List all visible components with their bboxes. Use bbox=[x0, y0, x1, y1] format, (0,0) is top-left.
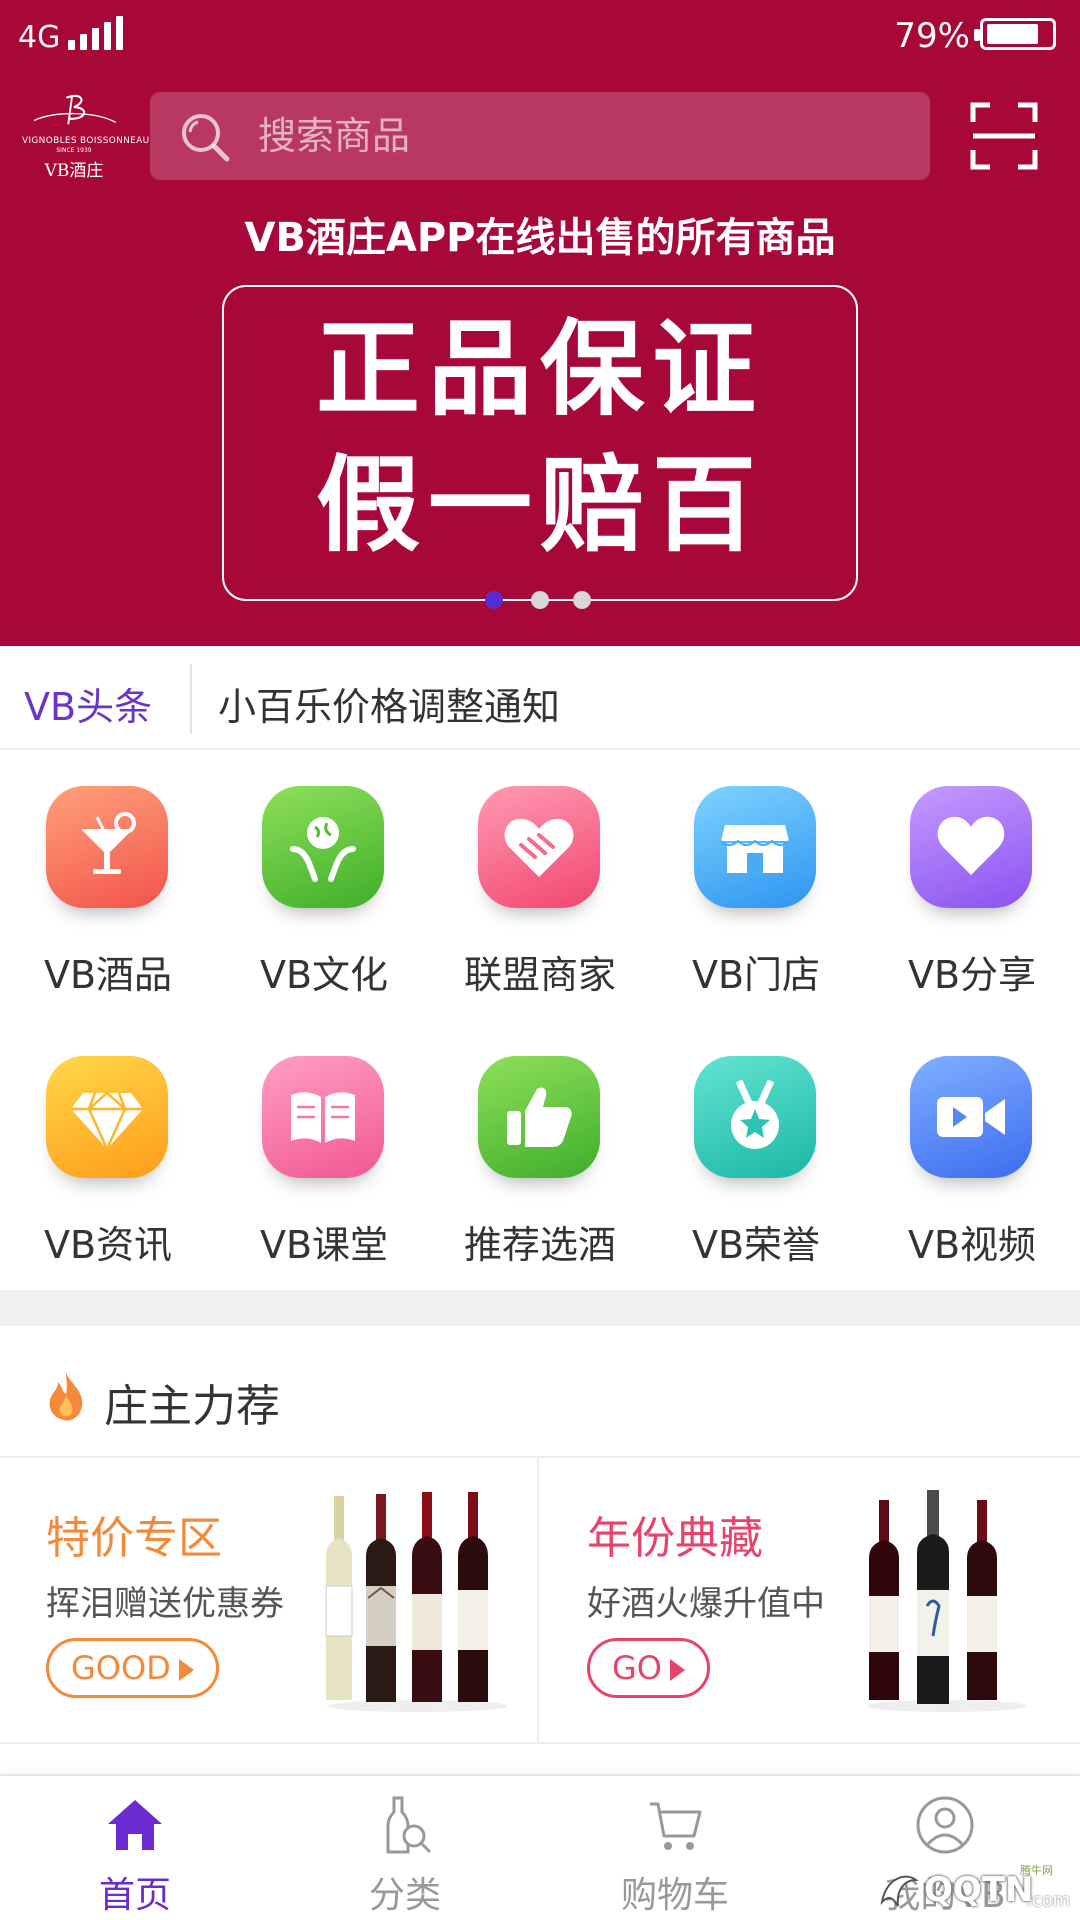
open-book-icon bbox=[262, 1056, 384, 1178]
category-label: VB文化 bbox=[259, 953, 389, 997]
heart-icon bbox=[910, 786, 1032, 908]
news-tag: VB头条 bbox=[24, 685, 153, 729]
banner-dot[interactable] bbox=[531, 591, 549, 609]
category-label: VB分享 bbox=[907, 953, 1037, 997]
wine-bottles-image bbox=[325, 1492, 508, 1712]
category-label: VB课堂 bbox=[259, 1223, 389, 1267]
category-label: VB酒品 bbox=[43, 953, 173, 997]
news-ticker[interactable]: VB头条 小百乐价格调整通知 bbox=[0, 646, 1080, 750]
logo-since-text: SINCE 1939 bbox=[56, 147, 92, 154]
banner-pagination bbox=[485, 591, 595, 613]
scan-icon[interactable] bbox=[970, 102, 1038, 170]
category-vb-honor[interactable]: VB荣誉 bbox=[648, 1022, 864, 1272]
site-watermark: QQTN 腾牛网 .com bbox=[876, 1862, 1076, 1916]
nav-home[interactable]: 首页 bbox=[0, 1776, 270, 1920]
category-label: VB资讯 bbox=[43, 1223, 173, 1267]
category-vb-video[interactable]: VB视频 bbox=[864, 1022, 1080, 1272]
news-text[interactable]: 小百乐价格调整通知 bbox=[218, 676, 560, 731]
promo-divider bbox=[0, 1742, 1080, 1744]
category-label: VB视频 bbox=[907, 1223, 1037, 1267]
cocktail-icon bbox=[46, 786, 168, 908]
promo-button-label: GOOD bbox=[71, 1649, 171, 1687]
category-recommend-wine[interactable]: 推荐选酒 bbox=[432, 1022, 648, 1272]
nav-label: 分类 bbox=[368, 1875, 441, 1916]
thumbs-up-icon bbox=[478, 1056, 600, 1178]
news-divider bbox=[190, 664, 192, 734]
banner-slide[interactable]: 正品保证 假一赔百 bbox=[222, 285, 858, 601]
battery-percent: 79% bbox=[894, 16, 970, 56]
promo-special-offer[interactable]: 特价专区 挥泪赠送优惠券 GOOD bbox=[0, 1458, 539, 1742]
recommend-header: 庄主力荐 bbox=[0, 1326, 1080, 1458]
category-vb-store[interactable]: VB门店 bbox=[648, 752, 864, 1002]
promo-title: 年份典藏 bbox=[587, 1513, 763, 1564]
promo-subtitle: 好酒火爆升值中 bbox=[587, 1584, 825, 1624]
medal-icon bbox=[694, 1056, 816, 1178]
promo-button-label: GO bbox=[612, 1649, 662, 1687]
storefront-icon bbox=[694, 786, 816, 908]
category-partner-merchants[interactable]: 联盟商家 bbox=[432, 752, 648, 1002]
watermark-logo-icon bbox=[880, 1875, 919, 1907]
heart-handshake-icon bbox=[478, 786, 600, 908]
fire-icon bbox=[49, 1372, 83, 1421]
category-grid: VB酒品 VB文化 联盟商家 VB门店 VB分享 VB资讯 VB课堂 推荐选酒 … bbox=[0, 752, 1080, 1290]
home-icon bbox=[108, 1800, 162, 1850]
play-arrow-icon bbox=[178, 1659, 194, 1681]
logo-arc-text: VIGNOBLES BOISSONNEAU bbox=[22, 136, 150, 146]
category-label: 推荐选酒 bbox=[463, 1223, 616, 1267]
section-divider bbox=[0, 1290, 1080, 1326]
category-vb-culture[interactable]: VB文化 bbox=[216, 752, 432, 1002]
brand-logo[interactable]: VIGNOBLES BOISSONNEAU SINCE 1939 VB酒庄 bbox=[22, 92, 150, 181]
header-hero: 4G 79% VIGNOBLES BOISSONNEAU SINCE 1939 … bbox=[0, 0, 1080, 646]
promo-title: 特价专区 bbox=[46, 1513, 222, 1564]
promo-go-button[interactable]: GO bbox=[587, 1638, 710, 1698]
category-vb-news[interactable]: VB资讯 bbox=[0, 1022, 216, 1272]
diamond-icon bbox=[46, 1056, 168, 1178]
banner-caption: VB酒庄APP在线出售的所有商品 bbox=[244, 215, 836, 261]
banner-dot[interactable] bbox=[573, 591, 591, 609]
video-camera-icon bbox=[910, 1056, 1032, 1178]
search-icon bbox=[182, 114, 230, 162]
section-title: 庄主力荐 bbox=[104, 1381, 280, 1432]
user-circle-icon bbox=[916, 1796, 974, 1854]
banner-line-1: 正品保证 bbox=[315, 308, 764, 430]
cart-icon bbox=[650, 1802, 702, 1850]
category-vb-share[interactable]: VB分享 bbox=[864, 752, 1080, 1002]
network-type: 4G bbox=[18, 20, 61, 55]
search-bar[interactable] bbox=[150, 92, 930, 180]
wine-bottles-image bbox=[867, 1490, 1027, 1712]
nav-label: 首页 bbox=[98, 1875, 171, 1916]
signal-icon bbox=[68, 16, 124, 50]
promo-good-button[interactable]: GOOD bbox=[46, 1638, 219, 1698]
logo-name: VB酒庄 bbox=[44, 161, 104, 181]
category-label: VB门店 bbox=[691, 953, 821, 997]
banner-line-2: 假一赔百 bbox=[315, 444, 764, 566]
search-input[interactable] bbox=[258, 92, 898, 180]
nav-cart[interactable]: 购物车 bbox=[540, 1776, 810, 1920]
logo-b-mark-icon bbox=[33, 94, 117, 125]
promo-subtitle: 挥泪赠送优惠券 bbox=[46, 1584, 284, 1624]
watermark-small-text: 腾牛网 bbox=[1020, 1864, 1053, 1877]
category-label: 联盟商家 bbox=[463, 953, 616, 997]
category-vb-classroom[interactable]: VB课堂 bbox=[216, 1022, 432, 1272]
banner-dot[interactable] bbox=[485, 591, 503, 609]
status-bar: 4G 79% bbox=[0, 0, 1080, 70]
nav-label: 购物车 bbox=[620, 1875, 729, 1916]
watermark-suffix: .com bbox=[1026, 1890, 1071, 1911]
globe-hands-icon bbox=[262, 786, 384, 908]
promo-vintage-collection[interactable]: 年份典藏 好酒火爆升值中 GO bbox=[541, 1458, 1080, 1742]
watermark-text: QQTN bbox=[924, 1870, 1034, 1910]
category-label: VB荣誉 bbox=[691, 1223, 821, 1267]
nav-category[interactable]: 分类 bbox=[270, 1776, 540, 1920]
bottle-search-icon bbox=[386, 1796, 432, 1854]
play-arrow-icon bbox=[669, 1659, 685, 1681]
category-vb-wine[interactable]: VB酒品 bbox=[0, 752, 216, 1002]
battery-icon bbox=[974, 18, 1056, 50]
